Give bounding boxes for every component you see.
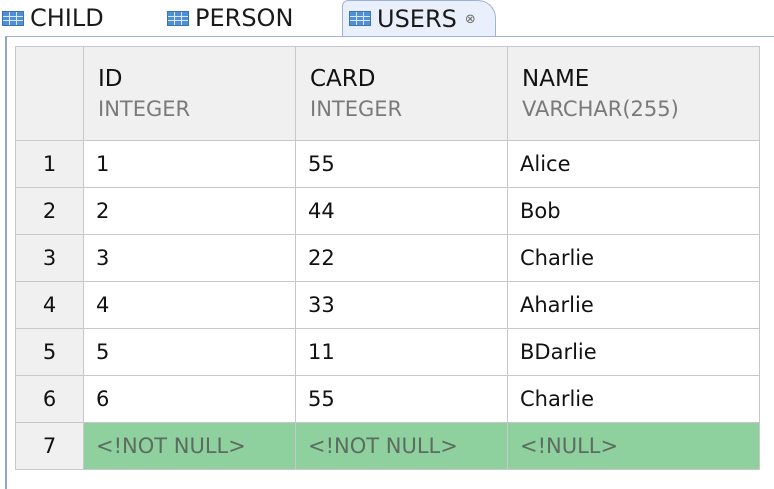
table-row[interactable]: 4 4 33 Aharlie — [15, 281, 760, 329]
table-row[interactable]: 5 5 11 BDarlie — [15, 328, 760, 376]
cell-card[interactable]: 55 — [295, 140, 508, 188]
cell-name[interactable]: BDarlie — [507, 328, 760, 376]
row-number[interactable]: 4 — [15, 281, 84, 329]
tab-child[interactable]: CHILD — [0, 0, 104, 36]
table-row[interactable]: 1 1 55 Alice — [15, 140, 760, 188]
cell-name[interactable]: <!NULL> — [507, 422, 760, 470]
grid-corner-cell[interactable] — [15, 46, 84, 141]
cell-card[interactable]: 33 — [295, 281, 508, 329]
table-data-panel: ID INTEGER CARD INTEGER NAME VARCHAR(255… — [5, 36, 774, 489]
column-name: ID — [98, 65, 123, 92]
row-number[interactable]: 5 — [15, 328, 84, 376]
column-header-id[interactable]: ID INTEGER — [83, 46, 296, 141]
cell-id[interactable]: 1 — [83, 140, 296, 188]
tab-label: CHILD — [30, 4, 104, 32]
cell-card[interactable]: 11 — [295, 328, 508, 376]
cell-id[interactable]: 4 — [83, 281, 296, 329]
cell-id[interactable]: 2 — [83, 187, 296, 235]
cell-id[interactable]: 5 — [83, 328, 296, 376]
row-number[interactable]: 1 — [15, 140, 84, 188]
grid-header-row: ID INTEGER CARD INTEGER NAME VARCHAR(255… — [15, 46, 760, 141]
table-icon — [349, 11, 371, 26]
column-header-card[interactable]: CARD INTEGER — [295, 46, 508, 141]
table-row[interactable]: 2 2 44 Bob — [15, 187, 760, 235]
data-grid: ID INTEGER CARD INTEGER NAME VARCHAR(255… — [15, 46, 760, 470]
table-icon — [2, 10, 24, 26]
row-number[interactable]: 3 — [15, 234, 84, 282]
cell-id[interactable]: 6 — [83, 375, 296, 423]
column-name: CARD — [310, 65, 376, 92]
cell-name[interactable]: Alice — [507, 140, 760, 188]
tab-label: PERSON — [195, 4, 294, 32]
editor-tab-bar: CHILD PERSON USERS ⊗ — [0, 0, 774, 36]
tab-users[interactable]: USERS ⊗ — [342, 0, 496, 36]
cell-name[interactable]: Charlie — [507, 375, 760, 423]
row-number[interactable]: 2 — [15, 187, 84, 235]
close-icon[interactable]: ⊗ — [465, 12, 476, 27]
cell-id[interactable]: 3 — [83, 234, 296, 282]
cell-name[interactable]: Charlie — [507, 234, 760, 282]
row-number[interactable]: 6 — [15, 375, 84, 423]
column-name: NAME — [522, 65, 590, 92]
cell-card[interactable]: <!NOT NULL> — [295, 422, 508, 470]
column-type: INTEGER — [98, 96, 191, 121]
row-number[interactable]: 7 — [15, 422, 84, 470]
column-type: VARCHAR(255) — [522, 96, 679, 121]
table-row[interactable]: 3 3 22 Charlie — [15, 234, 760, 282]
column-type: INTEGER — [310, 96, 403, 121]
cell-name[interactable]: Bob — [507, 187, 760, 235]
tab-label: USERS — [377, 4, 457, 33]
cell-card[interactable]: 55 — [295, 375, 508, 423]
new-row[interactable]: 7 <!NOT NULL> <!NOT NULL> <!NULL> — [15, 422, 760, 470]
cell-name[interactable]: Aharlie — [507, 281, 760, 329]
cell-card[interactable]: 22 — [295, 234, 508, 282]
column-header-name[interactable]: NAME VARCHAR(255) — [507, 46, 760, 141]
cell-card[interactable]: 44 — [295, 187, 508, 235]
table-row[interactable]: 6 6 55 Charlie — [15, 375, 760, 423]
cell-id[interactable]: <!NOT NULL> — [83, 422, 296, 470]
table-icon — [167, 10, 189, 26]
tab-person[interactable]: PERSON — [165, 0, 293, 36]
